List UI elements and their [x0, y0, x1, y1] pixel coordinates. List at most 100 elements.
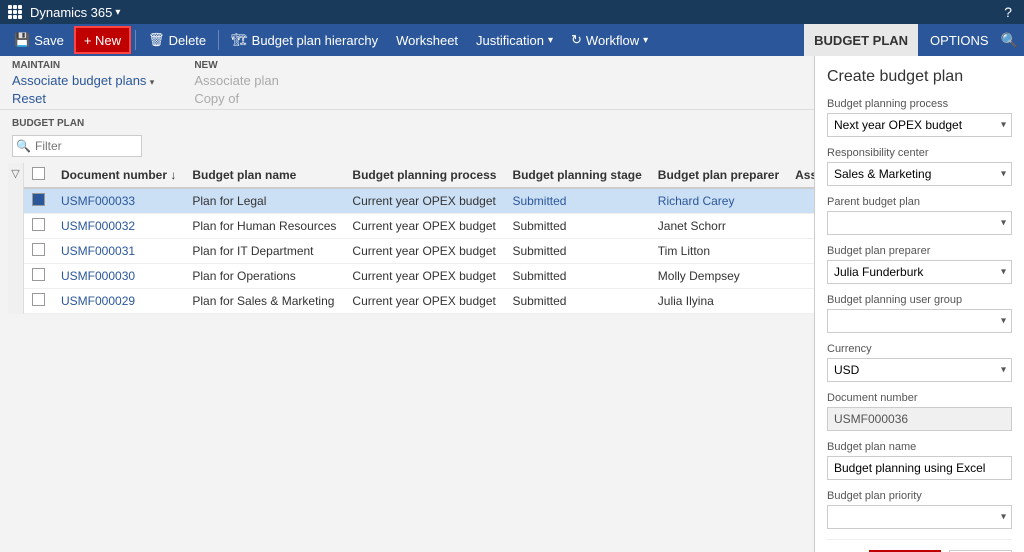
top-bar: Dynamics 365 ▾ ? [0, 0, 1024, 24]
col-budget-planning-process: Budget planning process [344, 163, 504, 188]
sub-toolbar: MAINTAIN Associate budget plans ▾ Reset … [0, 56, 814, 110]
budget-plan-section: BUDGET PLAN 🔍 ▽ Docu [0, 110, 814, 552]
budget-hierarchy-button[interactable]: 🏗 Budget plan hierarchy [223, 26, 386, 54]
delete-button[interactable]: 🗑 Delete [140, 26, 214, 54]
copy-of-button: Copy of [194, 90, 279, 107]
associate-budget-plans-button[interactable]: Associate budget plans ▾ [12, 72, 154, 89]
workflow-chevron: ▾ [643, 35, 648, 46]
associate-chevron: ▾ [150, 77, 155, 87]
responsibility-center-select[interactable]: Sales & Marketing [827, 162, 1012, 186]
table-row: USMF000033 Plan for Legal Current year O… [24, 188, 814, 214]
help-icon[interactable]: ? [1004, 4, 1012, 20]
document-number-label: Document number [827, 392, 1012, 404]
col-budget-plan-name: Budget plan name [184, 163, 344, 188]
workflow-button[interactable]: ↻ Workflow ▾ [563, 26, 656, 54]
budget-planning-user-group-select-wrapper: ▾ [827, 309, 1012, 333]
col-budget-plan-preparer: Budget plan preparer [650, 163, 787, 188]
side-panel: Create budget plan Budget planning proce… [814, 56, 1024, 552]
worksheet-button[interactable]: Worksheet [388, 26, 466, 54]
row-checkbox-cell [24, 264, 53, 289]
table-header: Document number ↓ Budget plan name Budge… [24, 163, 814, 188]
toolbar-divider-2 [218, 30, 219, 50]
budget-planning-user-group-select[interactable] [827, 309, 1012, 333]
new-button[interactable]: + New [74, 26, 131, 54]
row-checkbox[interactable] [32, 193, 45, 206]
stage-cell: Submitted [504, 289, 649, 314]
budget-plan-priority-select-wrapper: ▾ [827, 505, 1012, 529]
row-filter-icon[interactable]: ▽ [8, 163, 24, 314]
preparer-cell: Tim Litton [650, 239, 787, 264]
currency-select-wrapper: USD ▾ [827, 358, 1012, 382]
assigned-cell [787, 239, 814, 264]
responsibility-center-select-wrapper: Sales & Marketing ▾ [827, 162, 1012, 186]
preparer-cell[interactable]: Richard Carey [650, 188, 787, 214]
reset-button[interactable]: Reset [12, 90, 154, 107]
process-cell: Current year OPEX budget [344, 264, 504, 289]
process-cell: Current year OPEX budget [344, 188, 504, 214]
table-body: USMF000033 Plan for Legal Current year O… [24, 188, 814, 314]
search-icon[interactable]: 🔍 [1001, 32, 1018, 49]
tab-options[interactable]: OPTIONS [920, 24, 999, 56]
row-checkbox[interactable] [32, 293, 45, 306]
parent-budget-plan-select-wrapper: ▾ [827, 211, 1012, 235]
currency-group: Currency USD ▾ [827, 343, 1012, 382]
budget-plan-name-label: Budget plan name [827, 441, 1012, 453]
new-label: NEW [194, 60, 279, 71]
parent-budget-plan-select[interactable] [827, 211, 1012, 235]
doc-number-cell[interactable]: USMF000029 [53, 289, 184, 314]
currency-select[interactable]: USD [827, 358, 1012, 382]
col-budget-planning-stage: Budget planning stage [504, 163, 649, 188]
budget-plan-preparer-select[interactable]: Julia Funderburk [827, 260, 1012, 284]
row-checkbox[interactable] [32, 268, 45, 281]
budget-planning-process-select-wrapper: Next year OPEX budget ▾ [827, 113, 1012, 137]
plan-name-cell: Plan for Legal [184, 188, 344, 214]
document-number-input [827, 407, 1012, 431]
app-grid-icon[interactable] [8, 5, 22, 19]
budget-plan-priority-select[interactable] [827, 505, 1012, 529]
col-assigned-to: Assigned to [787, 163, 814, 188]
budget-plan-priority-group: Budget plan priority ▾ [827, 490, 1012, 529]
process-cell: Current year OPEX budget [344, 214, 504, 239]
justification-button[interactable]: Justification ▾ [468, 26, 561, 54]
section-label: BUDGET PLAN [8, 118, 814, 129]
delete-icon: 🗑 [148, 32, 165, 48]
row-checkbox-cell [24, 188, 53, 214]
responsibility-center-group: Responsibility center Sales & Marketing … [827, 147, 1012, 186]
toolbar-divider-1 [135, 30, 136, 50]
new-section: NEW Associate plan Copy of [194, 60, 279, 107]
doc-number-cell[interactable]: USMF000033 [53, 188, 184, 214]
budget-planning-process-group: Budget planning process Next year OPEX b… [827, 98, 1012, 137]
maintain-section: MAINTAIN Associate budget plans ▾ Reset [12, 60, 154, 107]
assigned-cell [787, 188, 814, 214]
parent-budget-plan-label: Parent budget plan [827, 196, 1012, 208]
process-cell: Current year OPEX budget [344, 289, 504, 314]
select-all-checkbox[interactable] [32, 167, 45, 180]
doc-number-cell[interactable]: USMF000030 [53, 264, 184, 289]
plan-name-cell: Plan for Operations [184, 264, 344, 289]
justification-chevron: ▾ [548, 35, 553, 46]
tab-budget-plan[interactable]: BUDGET PLAN [804, 24, 918, 56]
doc-number-cell[interactable]: USMF000031 [53, 239, 184, 264]
plan-name-cell: Plan for Human Resources [184, 214, 344, 239]
budget-plan-name-group: Budget plan name [827, 441, 1012, 480]
budget-planning-process-select[interactable]: Next year OPEX budget [827, 113, 1012, 137]
currency-label: Currency [827, 343, 1012, 355]
process-cell: Current year OPEX budget [344, 239, 504, 264]
filter-search-icon: 🔍 [16, 139, 31, 153]
table-container: Document number ↓ Budget plan name Budge… [24, 163, 814, 314]
toolbar: 💾 Save + New 🗑 Delete 🏗 Budget plan hier… [0, 24, 1024, 56]
doc-number-cell[interactable]: USMF000032 [53, 214, 184, 239]
budget-plan-name-input[interactable] [827, 456, 1012, 480]
table-row: USMF000029 Plan for Sales & Marketing Cu… [24, 289, 814, 314]
stage-cell: Submitted [504, 188, 649, 214]
row-checkbox[interactable] [32, 243, 45, 256]
budget-plan-preparer-label: Budget plan preparer [827, 245, 1012, 257]
preparer-cell: Julia Ilyina [650, 289, 787, 314]
row-checkbox[interactable] [32, 218, 45, 231]
side-panel-footer: Create Cancel [827, 539, 1012, 552]
plan-name-cell: Plan for IT Department [184, 239, 344, 264]
plan-name-cell: Plan for Sales & Marketing [184, 289, 344, 314]
filter-input[interactable] [12, 135, 142, 157]
save-button[interactable]: 💾 Save [6, 26, 72, 54]
preparer-cell: Molly Dempsey [650, 264, 787, 289]
